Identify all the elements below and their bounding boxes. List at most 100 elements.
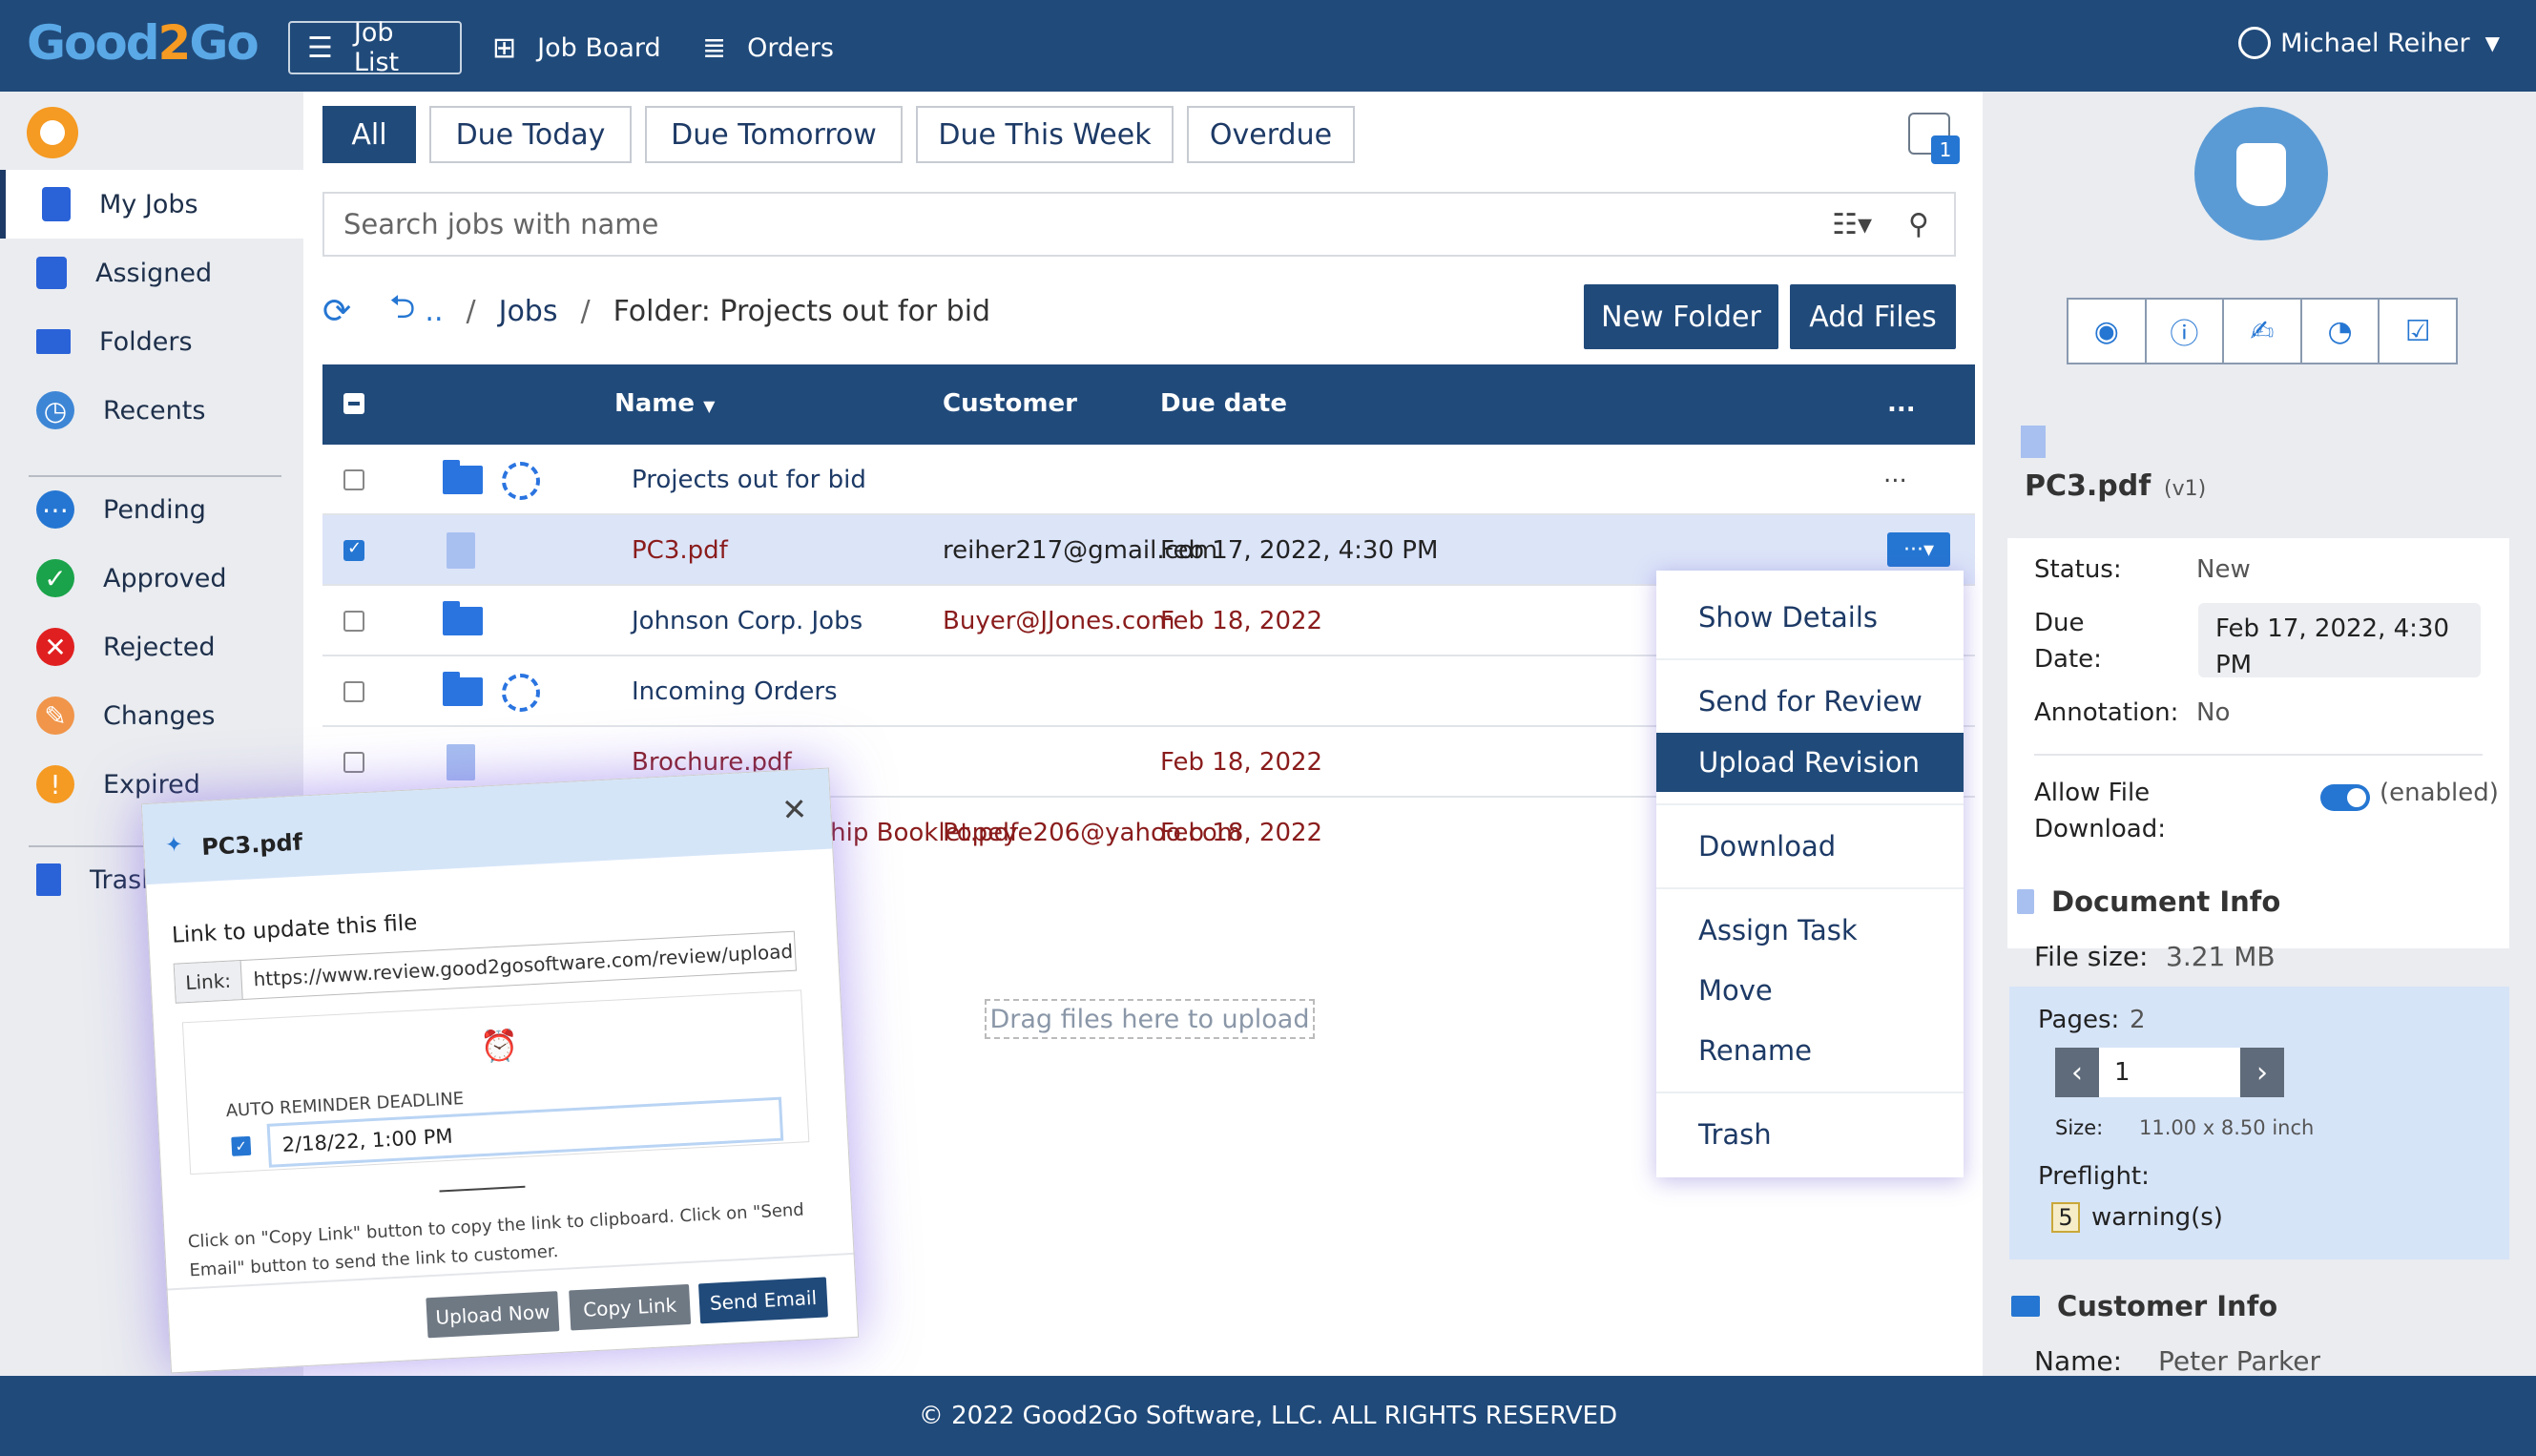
notification-badge: 1 bbox=[1931, 135, 1960, 164]
row-checkbox[interactable] bbox=[343, 538, 364, 561]
chevron-down-icon: ▼ bbox=[2484, 31, 2500, 54]
pencil-icon: ✎ bbox=[36, 697, 74, 735]
search-bar[interactable]: Search jobs with name ☷▾ ⚲ bbox=[322, 192, 1956, 257]
eye-icon[interactable]: ◉ bbox=[2068, 300, 2147, 363]
task-icon[interactable]: ☑ bbox=[2380, 300, 2456, 363]
filter-due-tomorrow[interactable]: Due Tomorrow bbox=[645, 106, 903, 163]
nav-job-list[interactable]: ☰ Job List bbox=[288, 18, 462, 77]
table-header: Name ▼ Customer Due date ... bbox=[322, 364, 1975, 445]
shared-icon bbox=[502, 674, 540, 712]
next-page-button[interactable]: › bbox=[2240, 1048, 2284, 1097]
nav-orders[interactable]: ≣ Orders bbox=[702, 21, 834, 74]
search-input[interactable]: Search jobs with name bbox=[343, 208, 1832, 240]
filter-settings-icon[interactable]: ☷▾ bbox=[1832, 208, 1872, 241]
user-menu[interactable]: Michael Reiher ▼ bbox=[2238, 27, 2500, 59]
row-more-icon[interactable]: ... bbox=[1883, 460, 1907, 489]
my-jobs-icon bbox=[42, 187, 71, 221]
allow-download-toggle[interactable] bbox=[2320, 784, 2370, 811]
sidebar-item-folders[interactable]: Folders bbox=[0, 307, 303, 376]
pages-value: 2 bbox=[2130, 1006, 2146, 1034]
filter-due-today[interactable]: Due Today bbox=[429, 106, 632, 163]
menu-trash[interactable]: Trash bbox=[1656, 1105, 1964, 1164]
filter-overdue[interactable]: Overdue bbox=[1187, 106, 1355, 163]
breadcrumb-current: Folder: Projects out for bid bbox=[613, 294, 991, 328]
notification-icon[interactable]: 1 bbox=[1908, 113, 1960, 164]
select-all-checkbox[interactable] bbox=[343, 393, 364, 414]
row-checkbox[interactable] bbox=[343, 752, 364, 773]
sidebar-item-changes[interactable]: ✎ Changes bbox=[0, 681, 303, 750]
row-checkbox[interactable] bbox=[343, 611, 364, 632]
filter-due-this-week[interactable]: Due This Week bbox=[916, 106, 1174, 163]
allow-download-state: (enabled) bbox=[2380, 779, 2499, 807]
shared-icon bbox=[502, 462, 540, 500]
row-checkbox[interactable] bbox=[343, 469, 364, 490]
menu-show-details[interactable]: Show Details bbox=[1656, 588, 1964, 647]
sidebar-item-pending[interactable]: ⋯ Pending bbox=[0, 475, 303, 544]
folder-icon bbox=[443, 672, 483, 706]
folder-up-icon[interactable]: ⮌ bbox=[389, 284, 415, 339]
breadcrumb-jobs[interactable]: Jobs bbox=[499, 295, 558, 328]
menu-upload-revision[interactable]: Upload Revision bbox=[1656, 733, 1964, 792]
reminder-checkbox[interactable]: ✓ bbox=[231, 1135, 252, 1156]
copy-link-button[interactable]: Copy Link bbox=[569, 1283, 692, 1331]
sort-icon: ▼ bbox=[703, 397, 716, 415]
upload-link-dialog: ✦ PC3.pdf ✕ Link to update this file Lin… bbox=[140, 767, 860, 1374]
annotate-icon[interactable]: ✍ bbox=[2224, 300, 2302, 363]
breadcrumb-up[interactable]: .. bbox=[425, 295, 443, 328]
filter-all[interactable]: All bbox=[322, 106, 416, 163]
history-icon[interactable]: ◔ bbox=[2302, 300, 2380, 363]
nav-job-board[interactable]: ⊞ Job Board bbox=[492, 21, 661, 74]
sidebar-item-rejected[interactable]: ✕ Rejected bbox=[0, 613, 303, 681]
details-panel: ◉ ⓘ ✍ ◔ ☑ PC3.pdf (v1) Status: New Due D… bbox=[1983, 92, 2536, 1377]
send-email-button[interactable]: Send Email bbox=[697, 1277, 828, 1324]
footer: © 2022 Good2Go Software, LLC. ALL RIGHTS… bbox=[0, 1376, 2536, 1456]
document-icon bbox=[447, 744, 475, 780]
add-files-button[interactable]: Add Files bbox=[1790, 284, 1956, 349]
preflight-warnings[interactable]: 5 warning(s) bbox=[2051, 1202, 2223, 1233]
upload-dropzone[interactable]: Drag files here to upload bbox=[985, 999, 1315, 1039]
sidebar-item-recents[interactable]: ◷ Recents bbox=[0, 376, 303, 445]
customer-info-title: Customer Info bbox=[2011, 1290, 2277, 1322]
menu-download[interactable]: Download bbox=[1656, 817, 1964, 876]
document-info-icon bbox=[2017, 889, 2034, 914]
sidebar-item-my-jobs[interactable]: My Jobs bbox=[0, 170, 309, 239]
annotation-value: No bbox=[2196, 698, 2231, 727]
link-value[interactable]: https://www.review.good2gosoftware.com/r… bbox=[241, 932, 796, 999]
menu-rename[interactable]: Rename bbox=[1656, 1021, 1964, 1080]
star-icon: ✦ bbox=[164, 833, 184, 859]
close-icon[interactable]: ✕ bbox=[780, 791, 808, 828]
list-icon: ☰ bbox=[307, 31, 333, 65]
document-info-title: Document Info bbox=[2017, 885, 2280, 918]
contact-card-icon bbox=[2011, 1296, 2040, 1317]
row-checkbox[interactable] bbox=[343, 681, 364, 702]
header-more[interactable]: ... bbox=[1887, 389, 1916, 418]
menu-assign-task[interactable]: Assign Task bbox=[1656, 901, 1964, 960]
header-due-date[interactable]: Due date bbox=[1160, 389, 1287, 418]
new-folder-button[interactable]: New Folder bbox=[1584, 284, 1778, 349]
sidebar-item-approved[interactable]: ✓ Approved bbox=[0, 544, 303, 613]
alarm-clock-icon: ⏰ bbox=[479, 1026, 520, 1066]
header-customer[interactable]: Customer bbox=[943, 389, 1077, 418]
table-row[interactable]: Projects out for bid ... bbox=[322, 445, 1975, 515]
menu-send-for-review[interactable]: Send for Review bbox=[1656, 672, 1964, 731]
app-logo[interactable]: Good2Go bbox=[27, 15, 260, 71]
dialog-title: PC3.pdf bbox=[200, 828, 303, 862]
clock-icon: ◷ bbox=[36, 391, 74, 429]
upload-now-button[interactable]: Upload Now bbox=[426, 1291, 560, 1339]
menu-move[interactable]: Move bbox=[1656, 961, 1964, 1020]
prev-page-button[interactable]: ‹ bbox=[2055, 1048, 2099, 1097]
document-icon bbox=[2021, 426, 2046, 458]
file-thumbnail[interactable] bbox=[2194, 107, 2328, 240]
row-actions-button[interactable]: ···▾ bbox=[1887, 532, 1950, 567]
trash-icon bbox=[36, 863, 61, 896]
page-navigator: ‹ 1 › bbox=[2055, 1048, 2284, 1097]
refresh-icon[interactable]: ⟳ bbox=[322, 292, 351, 331]
info-icon[interactable]: ⓘ bbox=[2147, 300, 2225, 363]
header-name[interactable]: Name ▼ bbox=[614, 389, 715, 418]
search-icon[interactable]: ⚲ bbox=[1908, 208, 1929, 241]
details-file-name: PC3.pdf bbox=[2025, 469, 2151, 503]
sidebar-item-assigned[interactable]: Assigned bbox=[0, 239, 303, 307]
page-input[interactable]: 1 bbox=[2099, 1048, 2240, 1097]
grid-icon: ⊞ bbox=[492, 31, 517, 65]
row-context-menu: Show Details Send for Review Upload Revi… bbox=[1656, 571, 1964, 1177]
